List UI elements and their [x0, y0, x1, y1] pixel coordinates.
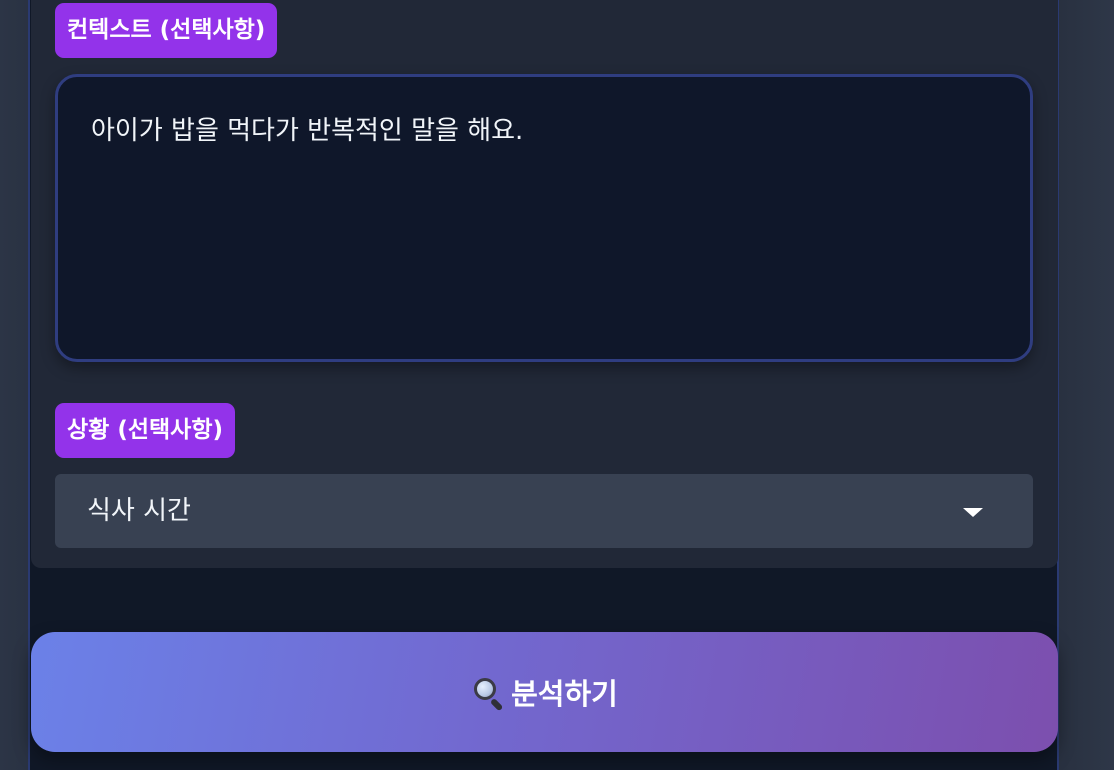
situation-label-badge: 상황 (선택사항)	[55, 403, 235, 458]
caret-down-icon	[963, 508, 983, 517]
analyze-button-label: 분석하기	[511, 677, 618, 711]
context-label-badge: 컨텍스트 (선택사항)	[55, 3, 278, 58]
situation-select[interactable]: 식사 시간	[55, 474, 1033, 548]
situation-selected-value: 식사 시간	[87, 496, 191, 526]
context-textarea[interactable]: 아이가 밥을 먹다가 반복적인 말을 해요.	[55, 74, 1033, 362]
context-textarea-value: 아이가 밥을 먹다가 반복적인 말을 해요.	[91, 116, 524, 146]
analyze-button[interactable]: 분석하기	[31, 632, 1058, 752]
search-icon	[471, 675, 505, 712]
